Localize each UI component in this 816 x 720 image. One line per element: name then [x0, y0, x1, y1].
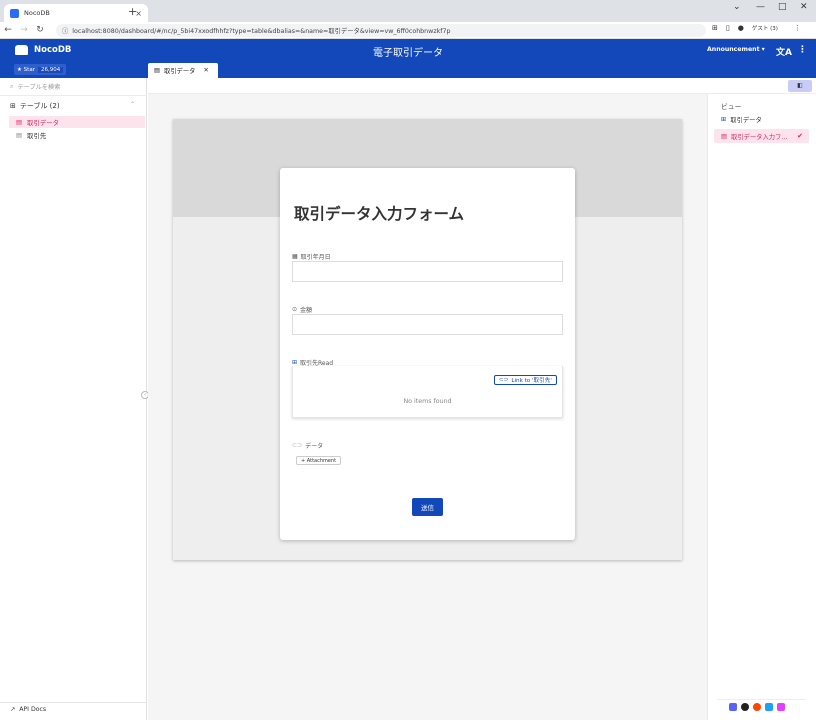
sidebar-item-label: 取引データ — [27, 118, 59, 127]
view-toolbar — [148, 78, 816, 94]
announcement-button[interactable]: Announcement ▾ — [707, 46, 765, 53]
field-label-date: ▦ 取引年月日 — [292, 252, 331, 261]
amount-input[interactable] — [292, 314, 563, 335]
form-title[interactable]: 取引データ入力フォーム — [294, 202, 464, 224]
field-label-text: 取引年月日 — [300, 254, 331, 261]
divider — [718, 699, 806, 700]
tab-torihiki-data[interactable]: ▤ 取引データ ✕ — [148, 63, 218, 78]
field-label-text: データ — [305, 443, 324, 450]
sidepanel-icon[interactable]: ▯ — [726, 24, 730, 32]
form-view-icon: ▤ — [721, 132, 727, 140]
no-items-message: No items found — [403, 398, 452, 405]
field-label-attachment: ⊂⊃ データ — [292, 441, 323, 450]
browser-tab[interactable]: NocoDB × — [4, 4, 148, 22]
currency-icon: ⊙ — [292, 306, 298, 313]
link-record-button[interactable]: ⊂⊃ Link to '取引先' — [494, 375, 557, 385]
table-icon: ▤ — [16, 131, 23, 139]
nocodb-logo-icon — [15, 45, 28, 55]
field-label-amount: ⊙ 金額 — [292, 305, 312, 314]
star-count: 26,904 — [37, 66, 64, 73]
sidebar-item-torihiki-data[interactable]: ▤ 取引データ — [9, 116, 145, 128]
sidebar-item-torihikisaki[interactable]: ▤ 取引先 — [9, 129, 145, 141]
sidebar — [0, 78, 147, 720]
discord-icon[interactable] — [729, 703, 737, 711]
more-menu-icon[interactable]: ⋮ — [798, 45, 807, 55]
project-title: 電子取引データ — [373, 48, 443, 59]
api-docs-label: API Docs — [19, 706, 47, 713]
nocodb-favicon-icon — [10, 8, 19, 18]
linked-records-box — [292, 366, 563, 418]
browser-tab-title: NocoDB — [24, 9, 50, 17]
calendar-icon: ▦ — [292, 253, 298, 260]
tab-close-icon[interactable]: ✕ — [203, 67, 208, 74]
tables-header-label: テーブル (2) — [19, 102, 60, 110]
table-search-input[interactable]: ⌕ テーブルを検索 — [10, 82, 61, 92]
link-icon: ⊞ — [292, 359, 298, 366]
github-star-button[interactable]: ★ Star 26,904 — [14, 64, 67, 75]
tab-label: 取引データ — [163, 68, 196, 75]
submit-button[interactable]: 送信 — [412, 498, 443, 516]
forward-icon[interactable]: → — [16, 25, 32, 35]
api-docs-link[interactable]: ↗ API Docs — [10, 706, 46, 713]
brand-logo[interactable]: NocoDB — [15, 45, 71, 55]
table-icon: ▤ — [154, 67, 160, 74]
browser-toolbar-actions: ⊞ ▯ ● ゲスト (3) ⋮ — [712, 24, 801, 32]
search-placeholder: テーブルを検索 — [17, 84, 61, 91]
divider — [0, 702, 147, 703]
translate-page-icon[interactable]: ⊞ — [712, 24, 718, 32]
view-item-grid[interactable]: ⊞ 取引データ — [721, 115, 762, 124]
toggle-views-panel-button[interactable]: ◧ — [788, 80, 812, 92]
check-icon: ✔ — [797, 132, 803, 140]
chevron-up-icon[interactable]: ⌃ — [130, 101, 135, 108]
brand-name: NocoDB — [34, 45, 72, 55]
attachment-icon: ⊂⊃ — [292, 442, 303, 449]
calendar-icon[interactable] — [777, 703, 785, 711]
tables-header[interactable]: ⊞ テーブル (2) — [10, 101, 60, 111]
social-links — [729, 703, 785, 711]
address-bar[interactable]: ⓘ localhost:8080/dashboard/#/nc/p_5bi47x… — [56, 24, 706, 37]
window-close-button[interactable]: ✕ — [800, 2, 808, 12]
window-minimize-button[interactable]: — — [756, 2, 765, 12]
add-attachment-button[interactable]: + Attachment — [296, 456, 342, 465]
window-maximize-button[interactable]: □ — [778, 2, 787, 12]
browser-menu-icon[interactable]: ⋮ — [794, 24, 801, 32]
link-button-label: Link to '取引先' — [511, 378, 552, 384]
site-info-icon[interactable]: ⓘ — [62, 26, 68, 35]
date-input[interactable] — [292, 261, 563, 282]
profile-avatar-icon[interactable]: ● — [738, 24, 744, 32]
twitter-icon[interactable] — [765, 703, 773, 711]
reload-icon[interactable]: ↻ — [32, 25, 48, 35]
tab-search-icon[interactable]: ⌄ — [733, 2, 741, 12]
view-item-label: 取引データ入力フ... — [730, 133, 788, 141]
divider — [0, 95, 147, 96]
tab-bar — [0, 62, 816, 78]
star-label: ★ Star — [17, 66, 35, 73]
sidebar-item-label: 取引先 — [27, 131, 47, 140]
table-grid-icon: ⊞ — [10, 102, 16, 110]
back-icon[interactable]: ← — [0, 25, 16, 35]
grid-view-icon: ⊞ — [721, 116, 727, 123]
link-chain-icon: ⊂⊃ — [499, 377, 509, 383]
reddit-icon[interactable] — [753, 703, 761, 711]
profile-label[interactable]: ゲスト (3) — [752, 24, 778, 32]
views-header: ビュー — [721, 103, 742, 111]
view-item-form[interactable]: ▤ 取引データ入力フ... ✔ — [714, 129, 809, 143]
url-text: localhost:8080/dashboard/#/nc/p_5bi47xxo… — [72, 28, 451, 35]
search-icon: ⌕ — [10, 82, 14, 90]
view-item-label: 取引データ — [730, 117, 762, 124]
views-panel — [707, 94, 816, 720]
chat-icon[interactable] — [741, 703, 749, 711]
table-icon: ▤ — [16, 118, 23, 126]
translate-icon[interactable]: 文A — [776, 45, 792, 58]
field-label-text: 金額 — [300, 307, 313, 314]
external-link-icon: ↗ — [10, 706, 16, 713]
new-tab-button[interactable]: + — [128, 5, 137, 18]
